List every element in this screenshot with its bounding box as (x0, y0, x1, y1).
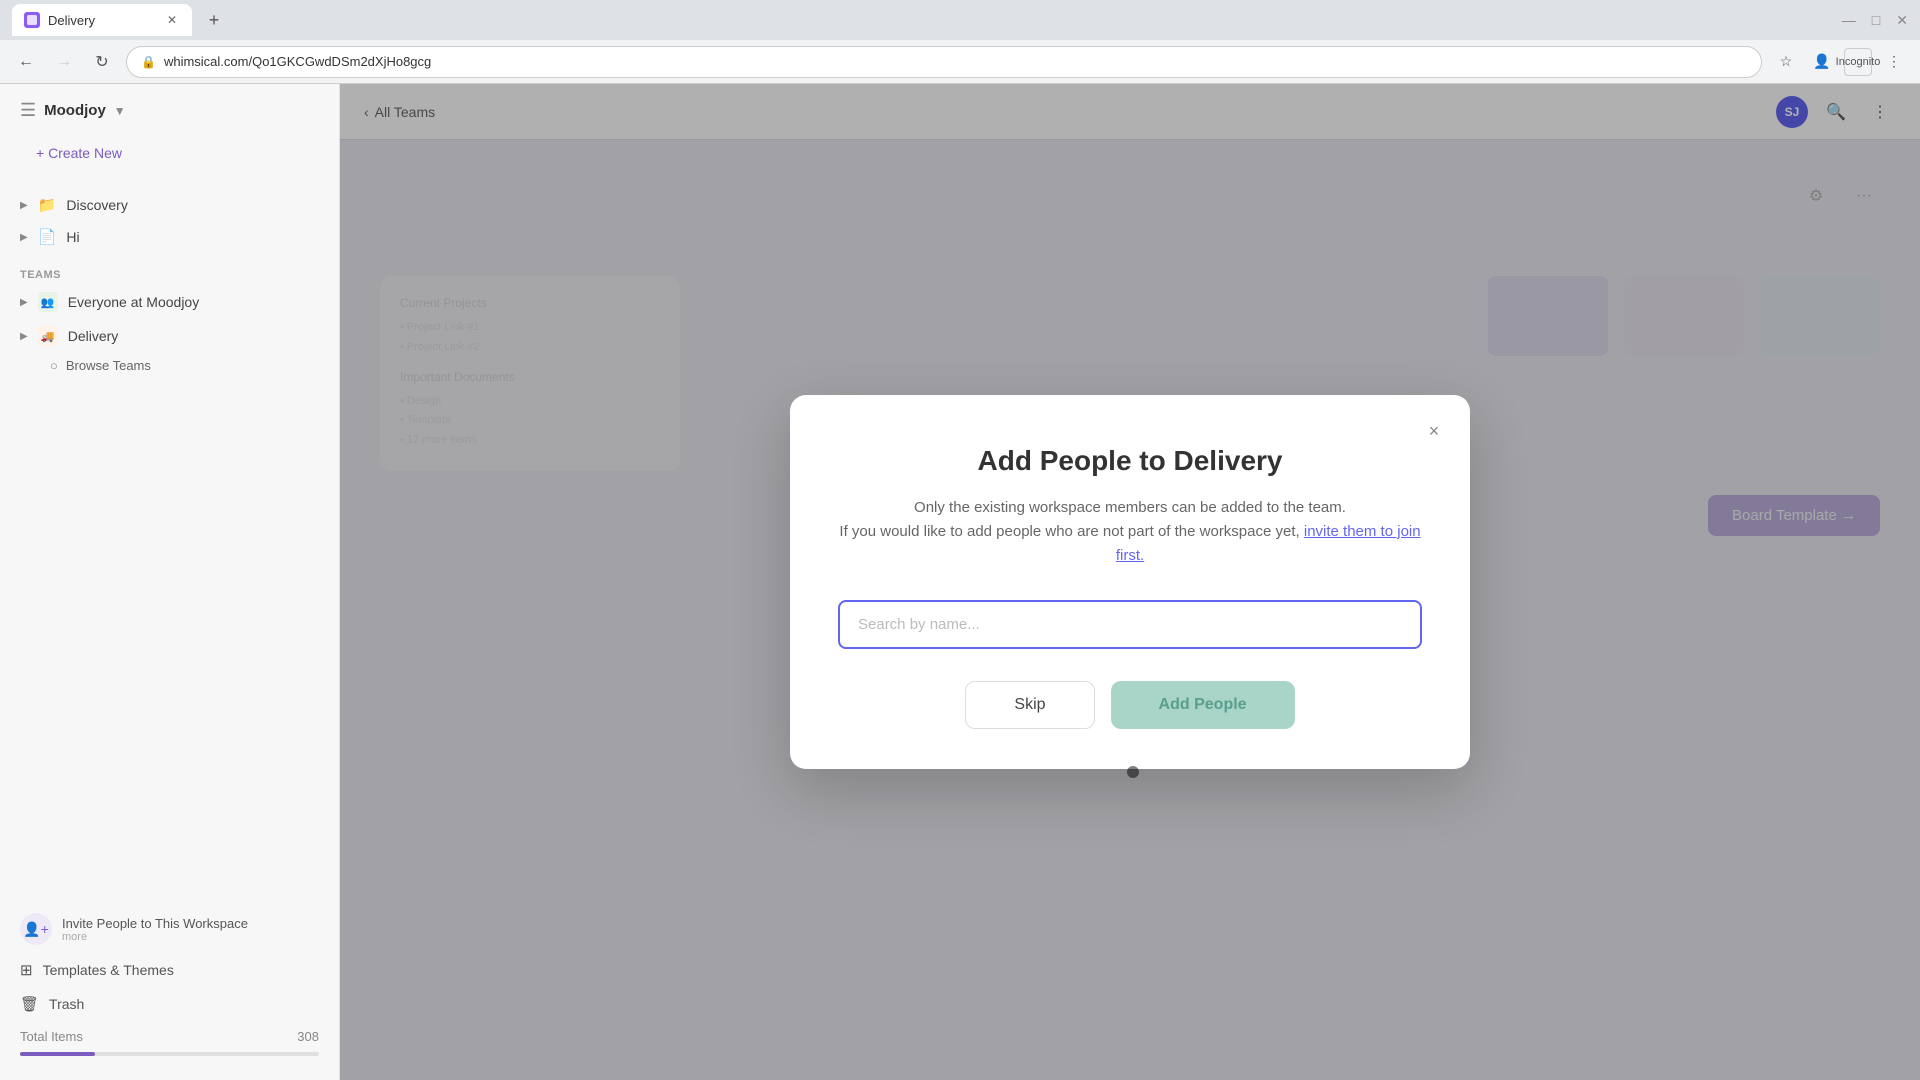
modal-desc-line1: Only the existing workspace members can … (914, 499, 1346, 516)
close-icon: × (1429, 421, 1440, 442)
sidebar-delivery-label: Delivery (68, 328, 119, 344)
chevron-right-icon-hi: ▶ (20, 232, 28, 243)
modal-title: Add People to Delivery (838, 443, 1422, 479)
storage-progress-container (0, 1052, 339, 1064)
total-items-count: 308 (297, 1029, 319, 1044)
sidebar-item-discovery[interactable]: ▶ 📁 Discovery (0, 189, 339, 221)
main-content: ‹ All Teams SJ 🔍 ⋮ ⚙ ··· Current Project… (340, 84, 1920, 1080)
chevron-right-icon: ▶ (20, 200, 28, 211)
create-new-label: + Create New (36, 145, 122, 161)
doc-icon: 📄 (38, 228, 57, 246)
browser-toolbar: ← → ↻ 🔒 whimsical.com/Qo1GKCGwdDSm2dXjHo… (0, 40, 1920, 84)
team-everyone-icon: 👥 (38, 292, 58, 312)
forward-button[interactable]: → (50, 48, 78, 76)
url-text: whimsical.com/Qo1GKCGwdDSm2dXjHo8gcg (164, 54, 431, 69)
invite-icon: 👤+ (20, 913, 52, 945)
close-icon[interactable]: ✕ (1896, 12, 1908, 29)
sidebar: ☰ Moodjoy ▼ + Create New ▶ 📁 Discovery ▶… (0, 84, 340, 1080)
sidebar-everyone-label: Everyone at Moodjoy (68, 294, 200, 310)
sidebar-item-trash[interactable]: 🗑 Trash (0, 987, 339, 1021)
invite-people-label: Invite People to This Workspace more (62, 916, 248, 943)
sidebar-bottom: 👤+ Invite People to This Workspace more … (0, 905, 339, 1064)
trash-label: Trash (49, 996, 84, 1012)
storage-progress-fill (20, 1052, 95, 1056)
toolbar-right: ☆ 👤 Incognito ⋮ (1772, 48, 1908, 76)
skip-button[interactable]: Skip (965, 681, 1094, 729)
sidebar-item-delivery[interactable]: ▶ 🚚 Delivery (0, 319, 339, 353)
sidebar-discovery-label: Discovery (66, 197, 127, 213)
app-layout: ☰ Moodjoy ▼ + Create New ▶ 📁 Discovery ▶… (0, 84, 1920, 1080)
folder-icon: 📁 (38, 196, 57, 214)
add-people-button[interactable]: Add People (1111, 681, 1295, 729)
sidebar-item-templates[interactable]: ⊞ Templates & Themes (0, 953, 339, 987)
skip-label: Skip (1014, 696, 1045, 713)
address-bar[interactable]: 🔒 whimsical.com/Qo1GKCGwdDSm2dXjHo8gcg (126, 46, 1762, 78)
storage-progress-bar (20, 1052, 319, 1056)
modal-title-prefix: Add People to (978, 445, 1174, 476)
sidebar-item-hi[interactable]: ▶ 📄 Hi (0, 221, 339, 253)
workspace-name: Moodjoy (44, 102, 106, 119)
browser-tab[interactable]: Delivery ✕ (12, 4, 192, 36)
total-items-label: Total Items (20, 1029, 83, 1044)
chevron-right-icon-delivery: ▶ (20, 331, 28, 342)
sidebar-nav-section: ▶ 📁 Discovery ▶ 📄 Hi (0, 185, 339, 257)
tab-favicon (24, 12, 40, 28)
invite-more-text: more (62, 931, 248, 943)
sidebar-hi-label: Hi (66, 229, 79, 245)
new-tab-button[interactable]: + (200, 6, 228, 34)
browser-chrome: Delivery ✕ + — □ ✕ ← → ↻ 🔒 whimsical.com… (0, 0, 1920, 84)
browser-titlebar: Delivery ✕ + — □ ✕ (0, 0, 1920, 40)
modal-description: Only the existing workspace members can … (838, 496, 1422, 568)
profile-icon[interactable]: 👤 (1808, 48, 1836, 76)
modal-actions: Skip Add People (838, 681, 1422, 729)
tab-close-button[interactable]: ✕ (164, 12, 180, 28)
back-button[interactable]: ← (12, 48, 40, 76)
workspace-chevron-icon: ▼ (114, 104, 126, 118)
modal-desc-line2-prefix: If you would like to add people who are … (839, 523, 1303, 540)
bookmark-icon[interactable]: ☆ (1772, 48, 1800, 76)
templates-icon: ⊞ (20, 961, 33, 979)
templates-label: Templates & Themes (43, 962, 174, 978)
menu-icon[interactable]: ⋮ (1880, 48, 1908, 76)
teams-section: TEAMS ▶ 👥 Everyone at Moodjoy ▶ 🚚 Delive… (0, 257, 339, 378)
extensions-icon[interactable]: Incognito (1844, 48, 1872, 76)
tab-title: Delivery (48, 13, 95, 28)
maximize-icon[interactable]: □ (1872, 12, 1880, 28)
search-by-name-input[interactable] (838, 600, 1422, 649)
add-people-label: Add People (1159, 696, 1247, 713)
invite-label-text: Invite People to This Workspace (62, 916, 248, 931)
browse-teams-icon: ○ (50, 358, 58, 373)
sidebar-header: ☰ Moodjoy ▼ (0, 100, 339, 137)
sidebar-menu-icon[interactable]: ☰ (20, 100, 36, 121)
chevron-right-icon-everyone: ▶ (20, 297, 28, 308)
minimize-icon[interactable]: — (1842, 12, 1856, 28)
modal-close-button[interactable]: × (1418, 415, 1450, 447)
modal-title-bold: Delivery (1174, 445, 1283, 476)
invite-people-item[interactable]: 👤+ Invite People to This Workspace more (0, 905, 339, 953)
sidebar-browse-teams[interactable]: ○ Browse Teams (0, 353, 339, 378)
total-items-row: Total Items 308 (0, 1021, 339, 1052)
refresh-button[interactable]: ↻ (88, 48, 116, 76)
sidebar-item-everyone[interactable]: ▶ 👥 Everyone at Moodjoy (0, 285, 339, 319)
trash-icon: 🗑 (20, 995, 39, 1013)
create-new-button[interactable]: + Create New (20, 137, 319, 169)
lock-icon: 🔒 (141, 55, 156, 69)
add-people-modal: × Add People to Delivery Only the existi… (790, 395, 1470, 768)
browse-teams-label: Browse Teams (66, 358, 151, 373)
teams-section-title: TEAMS (0, 257, 339, 285)
window-controls: — □ ✕ (1842, 12, 1908, 29)
modal-overlay: × Add People to Delivery Only the existi… (340, 84, 1920, 1080)
team-delivery-icon: 🚚 (38, 326, 58, 346)
